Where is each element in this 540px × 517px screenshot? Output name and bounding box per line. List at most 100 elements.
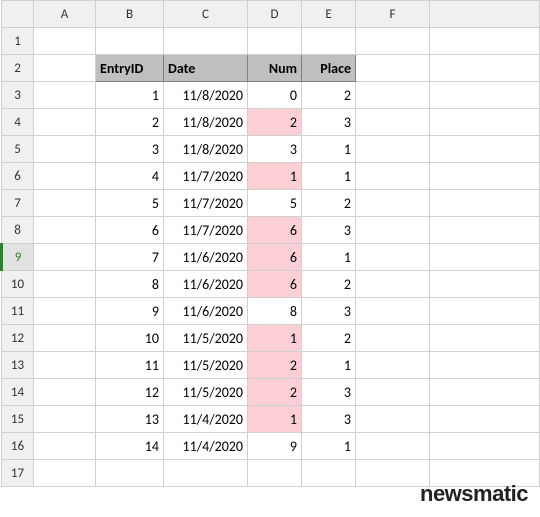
cell-date[interactable]: 11/7/2020 xyxy=(164,190,248,217)
col-header-F[interactable]: F xyxy=(356,1,430,28)
cell[interactable] xyxy=(356,82,430,109)
cell-num[interactable]: 8 xyxy=(248,298,302,325)
cell-place[interactable]: 3 xyxy=(302,217,356,244)
cell[interactable] xyxy=(430,325,540,352)
cell-num[interactable]: 1 xyxy=(248,406,302,433)
cell-date[interactable]: 11/8/2020 xyxy=(164,82,248,109)
row-header[interactable]: 5 xyxy=(2,136,34,163)
row-header[interactable]: 4 xyxy=(2,109,34,136)
cell-entryid[interactable]: 14 xyxy=(96,433,164,460)
cell-entryid[interactable]: 13 xyxy=(96,406,164,433)
cell[interactable] xyxy=(34,298,96,325)
cell[interactable] xyxy=(430,28,540,55)
cell-place[interactable]: 1 xyxy=(302,136,356,163)
row-header[interactable]: 15 xyxy=(2,406,34,433)
cell[interactable] xyxy=(356,460,430,487)
cell[interactable] xyxy=(430,379,540,406)
row-header[interactable]: 11 xyxy=(2,298,34,325)
cell[interactable] xyxy=(356,28,430,55)
cell-date[interactable]: 11/4/2020 xyxy=(164,406,248,433)
cell-entryid[interactable]: 3 xyxy=(96,136,164,163)
col-header-D[interactable]: D xyxy=(248,1,302,28)
cell[interactable] xyxy=(356,271,430,298)
cell[interactable] xyxy=(356,136,430,163)
cell-num[interactable]: 6 xyxy=(248,244,302,271)
col-header-A[interactable]: A xyxy=(34,1,96,28)
cell-date[interactable]: 11/8/2020 xyxy=(164,136,248,163)
select-all-corner[interactable] xyxy=(2,1,34,28)
header-place[interactable]: Place xyxy=(302,55,356,82)
row-header[interactable]: 7 xyxy=(2,190,34,217)
cell[interactable] xyxy=(356,55,430,82)
cell[interactable] xyxy=(34,136,96,163)
row-header[interactable]: 12 xyxy=(2,325,34,352)
cell-num[interactable]: 2 xyxy=(248,109,302,136)
cell[interactable] xyxy=(164,460,248,487)
cell[interactable] xyxy=(96,460,164,487)
cell-num[interactable]: 1 xyxy=(248,325,302,352)
cell-entryid[interactable]: 12 xyxy=(96,379,164,406)
cell[interactable] xyxy=(356,163,430,190)
cell[interactable] xyxy=(302,28,356,55)
cell[interactable] xyxy=(34,28,96,55)
row-header[interactable]: 17 xyxy=(2,460,34,487)
cell[interactable] xyxy=(430,55,540,82)
cell[interactable] xyxy=(34,163,96,190)
cell[interactable] xyxy=(34,244,96,271)
cell-place[interactable]: 1 xyxy=(302,244,356,271)
cell-date[interactable]: 11/5/2020 xyxy=(164,325,248,352)
cell[interactable] xyxy=(34,271,96,298)
cell[interactable] xyxy=(34,406,96,433)
cell[interactable] xyxy=(248,460,302,487)
cell[interactable] xyxy=(34,325,96,352)
cell[interactable] xyxy=(430,271,540,298)
cell[interactable] xyxy=(34,379,96,406)
cell-date[interactable]: 11/7/2020 xyxy=(164,217,248,244)
cell-place[interactable]: 2 xyxy=(302,82,356,109)
cell[interactable] xyxy=(302,460,356,487)
cell-place[interactable]: 2 xyxy=(302,271,356,298)
col-header-C[interactable]: C xyxy=(164,1,248,28)
cell-entryid[interactable]: 2 xyxy=(96,109,164,136)
cell[interactable] xyxy=(34,460,96,487)
cell-num[interactable]: 1 xyxy=(248,163,302,190)
cell-entryid[interactable]: 7 xyxy=(96,244,164,271)
cell[interactable] xyxy=(34,217,96,244)
cell[interactable] xyxy=(430,298,540,325)
cell-place[interactable]: 3 xyxy=(302,406,356,433)
cell-date[interactable]: 11/6/2020 xyxy=(164,298,248,325)
cell-entryid[interactable]: 9 xyxy=(96,298,164,325)
cell-date[interactable]: 11/6/2020 xyxy=(164,244,248,271)
cell[interactable] xyxy=(430,109,540,136)
cell[interactable] xyxy=(430,244,540,271)
row-header[interactable]: 13 xyxy=(2,352,34,379)
cell[interactable] xyxy=(356,217,430,244)
cell[interactable] xyxy=(34,352,96,379)
cell[interactable] xyxy=(430,406,540,433)
cell[interactable] xyxy=(430,190,540,217)
cell[interactable] xyxy=(356,433,430,460)
header-num[interactable]: Num xyxy=(248,55,302,82)
col-header-E[interactable]: E xyxy=(302,1,356,28)
header-date[interactable]: Date xyxy=(164,55,248,82)
cell-date[interactable]: 11/4/2020 xyxy=(164,433,248,460)
cell-entryid[interactable]: 6 xyxy=(96,217,164,244)
row-header[interactable]: 9 xyxy=(2,244,34,271)
cell[interactable] xyxy=(248,28,302,55)
cell[interactable] xyxy=(356,298,430,325)
cell-num[interactable]: 6 xyxy=(248,217,302,244)
cell-num[interactable]: 2 xyxy=(248,352,302,379)
cell[interactable] xyxy=(356,190,430,217)
cell-date[interactable]: 11/7/2020 xyxy=(164,163,248,190)
cell-place[interactable]: 1 xyxy=(302,352,356,379)
cell-date[interactable]: 11/6/2020 xyxy=(164,271,248,298)
cell[interactable] xyxy=(430,217,540,244)
cell-num[interactable]: 9 xyxy=(248,433,302,460)
cell[interactable] xyxy=(34,433,96,460)
cell-place[interactable]: 3 xyxy=(302,379,356,406)
cell-num[interactable]: 6 xyxy=(248,271,302,298)
cell-place[interactable]: 1 xyxy=(302,433,356,460)
cell-entryid[interactable]: 10 xyxy=(96,325,164,352)
cell[interactable] xyxy=(356,109,430,136)
header-entryid[interactable]: EntryID xyxy=(96,55,164,82)
